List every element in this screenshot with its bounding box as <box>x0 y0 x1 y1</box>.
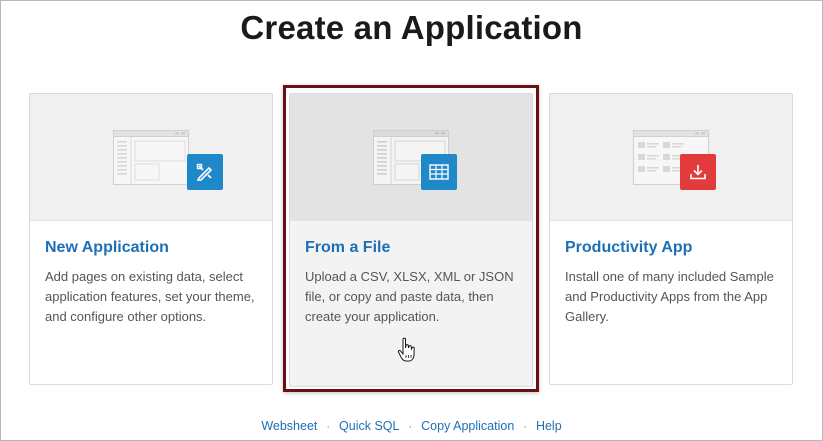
new-application-card[interactable]: New Application Add pages on existing da… <box>29 93 273 385</box>
hand-pointer-cursor-icon <box>397 337 415 362</box>
page-title: Create an Application <box>240 9 583 46</box>
separator: · <box>523 421 527 433</box>
help-link[interactable]: Help <box>536 419 562 433</box>
quick-sql-link[interactable]: Quick SQL <box>339 419 399 433</box>
productivity-app-card[interactable]: Productivity App Install one of many inc… <box>549 93 793 385</box>
edit-tools-icon <box>187 154 223 190</box>
separator: · <box>408 421 413 433</box>
footer-links: Websheet · Quick SQL · Copy Application · Help <box>1 419 822 433</box>
card-description: Add pages on existing data, select appli… <box>45 269 255 324</box>
download-icon <box>680 154 716 190</box>
table-grid-icon <box>421 154 457 190</box>
card-illustration <box>30 94 272 221</box>
separator: · <box>326 421 331 433</box>
card-title[interactable]: Productivity App <box>565 239 777 257</box>
card-description: Upload a CSV, XLSX, XML or JSON file, or… <box>305 269 514 324</box>
card-description: Install one of many included Sample and … <box>565 269 774 324</box>
websheet-link[interactable]: Websheet <box>261 419 317 433</box>
app-window-mockup-icon <box>113 130 189 185</box>
card-illustration <box>290 94 532 221</box>
card-illustration <box>550 94 792 221</box>
copy-application-link[interactable]: Copy Application <box>421 419 514 433</box>
card-title[interactable]: From a File <box>305 239 517 257</box>
card-title[interactable]: New Application <box>45 239 257 257</box>
